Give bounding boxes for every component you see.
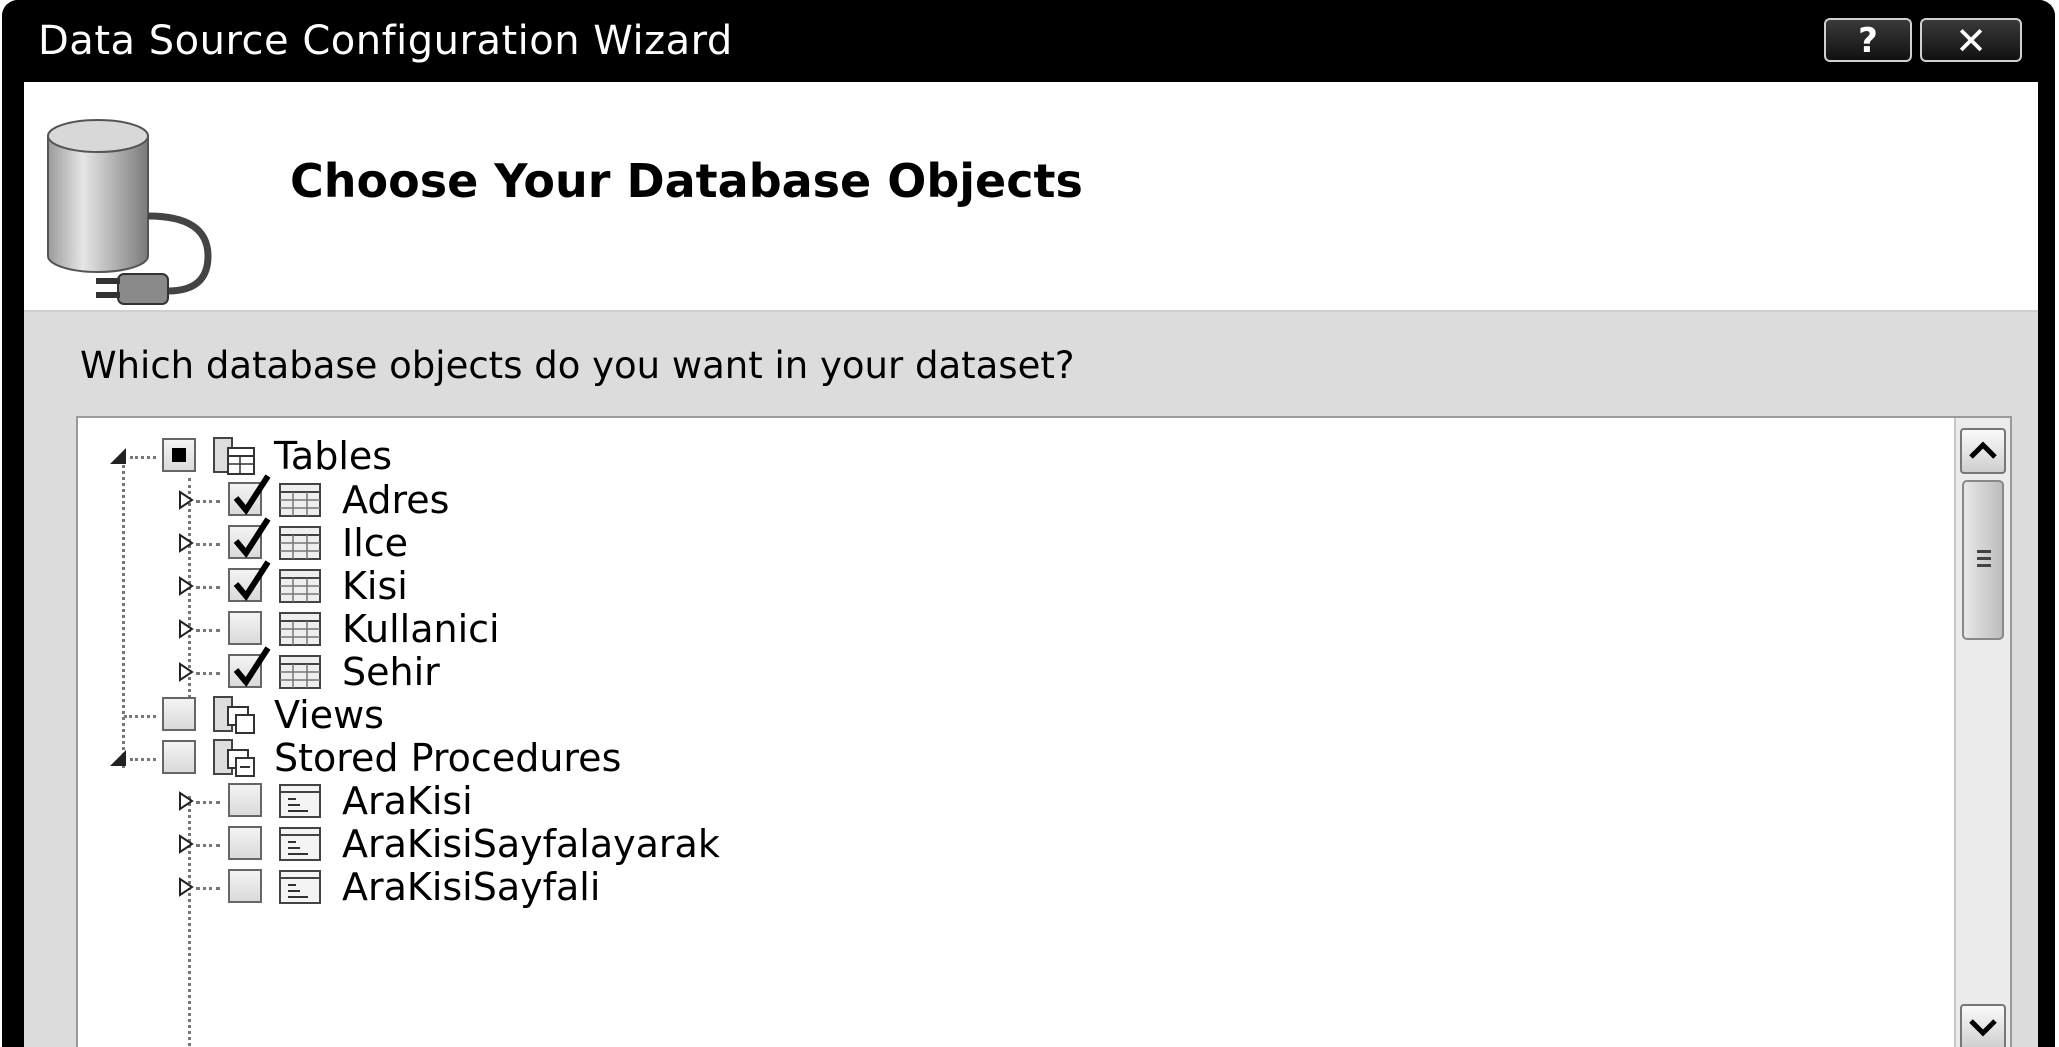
table-icon [279,569,321,603]
tree-connector [196,500,220,503]
collapsed-arrow-icon[interactable] [176,877,196,897]
tree-connector [196,629,220,632]
tree-connector [124,715,156,718]
procedure-icon [279,784,321,818]
tree-connector [196,887,220,890]
check-mark-icon [233,517,271,559]
collapsed-arrow-icon[interactable] [176,619,196,639]
collapsed-arrow-icon[interactable] [176,791,196,811]
help-button[interactable]: ? [1824,18,1912,62]
tree-connector [196,586,220,589]
expanded-arrow-icon[interactable] [108,446,128,466]
scroll-up-button[interactable] [1960,428,2006,474]
collapsed-arrow-icon[interactable] [176,490,196,510]
grip-line [1977,550,1991,553]
procedure-icon [279,870,321,904]
tables-checkbox[interactable] [162,438,196,472]
tree-connector [196,543,220,546]
table-checkbox[interactable] [228,646,271,688]
table-checkbox[interactable] [228,611,262,645]
window-title: Data Source Configuration Wizard [38,18,733,64]
table-icon [279,612,321,646]
check-mark-icon [233,646,271,688]
grip-line [1977,557,1991,560]
scroll-thumb[interactable] [1962,480,2004,640]
stored-procedures-checkbox[interactable] [162,740,196,774]
procedures-folder-icon [213,739,255,777]
table-checkbox[interactable] [228,560,271,602]
chevron-down-icon [1969,1019,1997,1037]
close-button[interactable]: ✕ [1920,18,2022,62]
tree-connector [196,672,220,675]
grip-line [1977,564,1991,567]
table-icon [279,655,321,689]
title-bar[interactable]: Data Source Configuration Wizard ? ✕ [2,0,2055,82]
table-icon [279,526,321,560]
check-mark-icon [233,474,271,516]
database-plug-icon [47,119,212,305]
tree-label-procedure: AraKisiSayfali [342,865,601,909]
procedure-checkbox[interactable] [228,826,262,860]
wizard-header: Choose Your Database Objects [24,82,2038,312]
tree-connector [130,758,156,761]
check-mark-icon [233,560,271,602]
procedure-checkbox[interactable] [228,783,262,817]
procedure-checkbox[interactable] [228,869,262,903]
vertical-scrollbar[interactable] [1954,418,2010,1047]
expanded-arrow-icon[interactable] [108,748,128,768]
page-title: Choose Your Database Objects [290,154,1083,208]
database-objects-tree[interactable]: Tables Adres Ilce Kisi Kullanici Sehir V… [76,416,2012,1047]
procedure-icon [279,827,321,861]
table-checkbox[interactable] [228,517,271,559]
question-text: Which database objects do you want in yo… [80,344,1075,387]
tree-connector [196,844,220,847]
wizard-client-area: Choose Your Database Objects Which datab… [24,82,2038,1047]
table-icon [279,483,321,517]
collapsed-arrow-icon[interactable] [176,662,196,682]
collapsed-arrow-icon[interactable] [176,533,196,553]
tree-connector [196,801,220,804]
collapsed-arrow-icon[interactable] [176,834,196,854]
table-checkbox[interactable] [228,474,271,516]
tree-node-procedure[interactable]: AraKisiSayfali [78,859,1878,915]
collapsed-arrow-icon[interactable] [176,576,196,596]
partial-check-indicator [172,448,186,462]
scroll-down-button[interactable] [1960,1004,2006,1047]
tables-folder-icon [213,437,255,475]
views-folder-icon [213,696,255,734]
wizard-window: Data Source Configuration Wizard ? ✕ Cho… [2,0,2055,1047]
tree-connector [130,456,156,459]
views-checkbox[interactable] [162,697,196,731]
chevron-up-icon [1969,441,1997,459]
